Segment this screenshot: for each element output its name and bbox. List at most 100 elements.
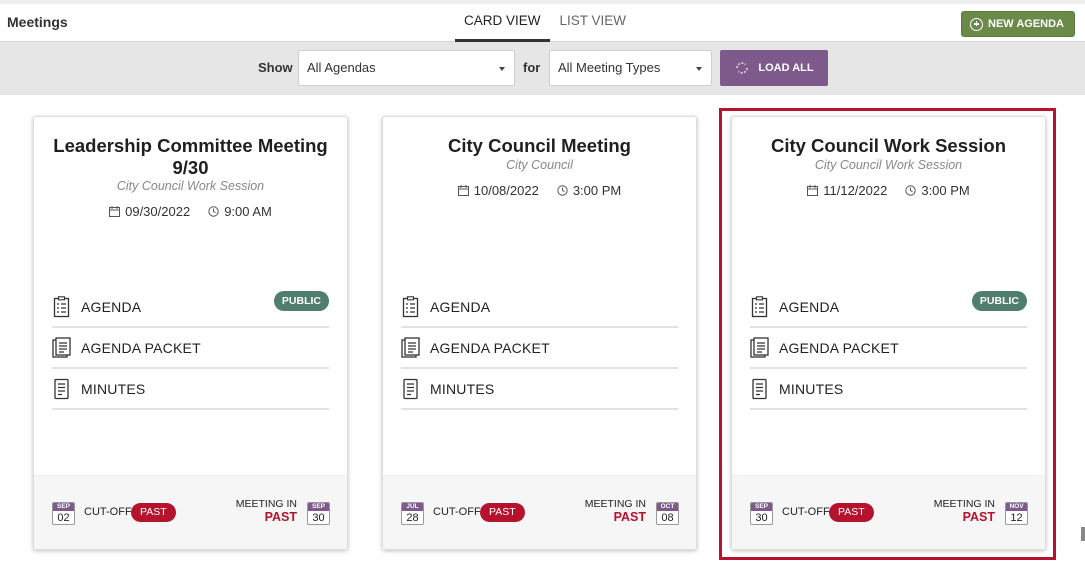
meeting-type-value: All Meeting Types: [558, 60, 661, 75]
doc-minutes[interactable]: MINUTES: [52, 369, 329, 410]
doc-label: AGENDA PACKET: [779, 339, 899, 356]
add-circle-icon: [970, 17, 984, 31]
tab-card-view[interactable]: CARD VIEW: [455, 4, 550, 42]
filter-bar: Show All Agendas for All Meeting Types L…: [0, 42, 1085, 95]
cutoff-status-badge: PAST: [131, 503, 176, 522]
meeting-time: 3:00 PM: [572, 183, 622, 198]
new-agenda-label: NEW AGENDA: [988, 18, 1064, 30]
doc-label: AGENDA: [81, 298, 142, 315]
doc-agenda[interactable]: AGENDA PUBLIC: [750, 287, 1027, 328]
agenda-checklist-icon: [53, 295, 70, 317]
scrollbar[interactable]: [1081, 527, 1085, 541]
doc-agenda-packet[interactable]: AGENDA PACKET: [750, 328, 1027, 369]
packet-icon: [52, 336, 71, 358]
meeting-type: City Council Work Session: [116, 179, 265, 193]
meeting-month: OCT: [657, 503, 678, 511]
meeting-in-status: MEETING IN PAST: [584, 498, 646, 525]
cutoff-calendar-icon: JUL 28: [401, 502, 424, 525]
meeting-card[interactable]: Leadership Committee Meeting 9/30 City C…: [33, 116, 348, 550]
doc-agenda-packet[interactable]: AGENDA PACKET: [52, 328, 329, 369]
document-list: AGENDA PUBLIC AGENDA PACKET MINUTES: [52, 287, 329, 410]
meeting-time: 3:00 PM: [921, 183, 970, 198]
cutoff-status-badge: PAST: [829, 503, 874, 522]
meeting-type-select[interactable]: All Meeting Types: [549, 50, 712, 86]
public-badge: PUBLIC: [273, 291, 329, 311]
cutoff-day: 30: [755, 512, 768, 524]
calendar-icon: [457, 185, 469, 196]
view-tabs: CARD VIEW LIST VIEW: [455, 4, 636, 42]
meeting-card[interactable]: City Council Meeting City Council 10/08/…: [382, 116, 697, 550]
document-list: AGENDA AGENDA PACKET MINUTES: [401, 287, 678, 410]
minutes-document-icon: [752, 378, 767, 399]
agenda-filter-select[interactable]: All Agendas: [298, 50, 515, 86]
cutoff-month: SEP: [53, 503, 74, 511]
cutoff-day: 02: [57, 512, 70, 524]
page-title: Meetings: [7, 14, 68, 30]
doc-minutes[interactable]: MINUTES: [401, 369, 678, 410]
new-agenda-button[interactable]: NEW AGENDA: [961, 11, 1075, 37]
meeting-in-status: MEETING IN PAST: [235, 498, 297, 525]
meeting-date: 10/08/2022: [473, 183, 539, 198]
cutoff-status-badge: PAST: [480, 503, 525, 522]
meeting-day: 30: [312, 512, 325, 524]
cutoff-calendar-icon: SEP 30: [750, 502, 773, 525]
cutoff-month: JUL: [402, 503, 423, 511]
load-all-label: LOAD ALL: [758, 62, 814, 74]
doc-label: AGENDA: [779, 298, 840, 315]
meeting-datetime: 10/08/2022 3:00 PM: [383, 183, 696, 198]
meeting-type: City Council: [506, 158, 573, 172]
cutoff-day: 28: [406, 512, 419, 524]
meeting-calendar-icon: SEP 30: [307, 502, 330, 525]
meeting-date: 09/30/2022: [125, 204, 191, 219]
cutoff-month: SEP: [751, 503, 772, 511]
minutes-document-icon: [54, 378, 69, 399]
card-footer: SEP 02 CUT-OFF PAST MEETING IN PAST SEP …: [34, 475, 347, 549]
meeting-in-label: MEETING IN: [584, 498, 646, 510]
calendar-icon: [109, 206, 121, 217]
doc-label: MINUTES: [779, 380, 844, 397]
doc-agenda[interactable]: AGENDA PUBLIC: [52, 287, 329, 328]
doc-agenda[interactable]: AGENDA: [401, 287, 678, 328]
doc-label: AGENDA PACKET: [81, 339, 201, 356]
meeting-datetime: 11/12/2022 3:00 PM: [732, 183, 1045, 198]
agenda-filter-value: All Agendas: [307, 60, 376, 75]
show-label: Show: [258, 60, 293, 75]
meeting-type: City Council Work Session: [814, 158, 963, 172]
meeting-day: 12: [1010, 512, 1023, 524]
meeting-month: NOV: [1006, 503, 1027, 511]
meeting-in-label: MEETING IN: [235, 498, 297, 510]
minutes-document-icon: [403, 378, 418, 399]
agenda-checklist-icon: [751, 295, 768, 317]
clock-icon: [208, 206, 219, 217]
meeting-card[interactable]: City Council Work Session City Council W…: [731, 116, 1046, 550]
public-badge: PUBLIC: [971, 291, 1027, 311]
clock-icon: [557, 185, 568, 196]
doc-label: MINUTES: [430, 380, 495, 397]
top-bar: Meetings CARD VIEW LIST VIEW NEW AGENDA: [0, 0, 1085, 42]
packet-icon: [750, 336, 769, 358]
for-label: for: [523, 60, 541, 75]
meeting-month: SEP: [308, 503, 329, 511]
meeting-day: 08: [661, 512, 674, 524]
card-footer: SEP 30 CUT-OFF PAST MEETING IN PAST NOV …: [732, 475, 1045, 549]
cutoff-label: CUT-OFF: [782, 506, 830, 518]
meeting-title[interactable]: City Council Work Session: [748, 135, 1029, 157]
doc-label: AGENDA: [430, 298, 491, 315]
meeting-calendar-icon: OCT 08: [656, 502, 679, 525]
meeting-in-label: MEETING IN: [933, 498, 995, 510]
agenda-checklist-icon: [402, 295, 419, 317]
meeting-datetime: 09/30/2022 9:00 AM: [34, 204, 347, 219]
cutoff-label: CUT-OFF: [84, 506, 132, 518]
meeting-date: 11/12/2022: [823, 183, 888, 198]
calendar-icon: [807, 185, 819, 196]
chevron-down-icon: [696, 67, 702, 71]
meeting-title[interactable]: Leadership Committee Meeting 9/30: [50, 135, 331, 179]
document-list: AGENDA PUBLIC AGENDA PACKET MINUTES: [750, 287, 1027, 410]
doc-agenda-packet[interactable]: AGENDA PACKET: [401, 328, 678, 369]
meeting-title[interactable]: City Council Meeting: [399, 135, 680, 157]
meeting-in-value: PAST: [264, 510, 297, 524]
tab-list-view[interactable]: LIST VIEW: [551, 4, 636, 42]
chevron-down-icon: [499, 67, 505, 71]
load-all-button[interactable]: LOAD ALL: [720, 50, 828, 86]
doc-minutes[interactable]: MINUTES: [750, 369, 1027, 410]
